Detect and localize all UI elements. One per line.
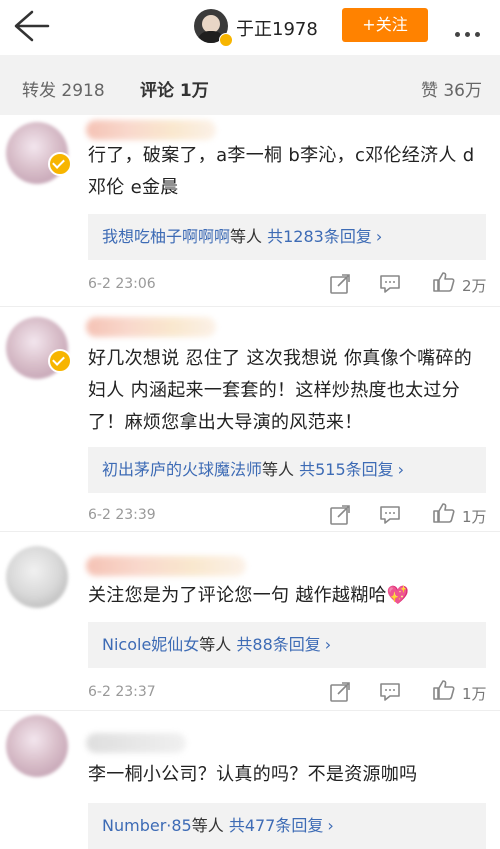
thumbs-up-icon[interactable] [432,270,456,294]
reply-mid: 等人 [230,227,268,246]
comment-item: 李一桐小公司？认真的吗？不是资源咖吗 Number·85等人 共477条回复 › [0,711,500,849]
chevron-right-icon: › [397,460,405,479]
reply-count[interactable]: 共515条回复 [299,460,394,479]
comment-time: 6-2 23:06 [88,276,156,292]
tab-repost[interactable]: 转发 2918 [22,76,105,101]
commenter-name-blurred[interactable] [86,120,216,140]
commenter-name-blurred[interactable] [86,733,186,753]
reply-user[interactable]: Nicole妮仙女 [102,635,199,654]
comment-text: 关注您是为了评论您一句 越作越糊哈💖 [88,580,483,612]
reply-count[interactable]: 共88条回复 [236,635,320,654]
reply-count[interactable]: 共477条回复 [229,816,324,835]
interaction-tabs: 转发 2918 评论 1万 赞 36万 [0,55,500,115]
comment-text-body: 关注您是为了评论您一句 越作越糊哈 [88,585,387,606]
commenter-name-blurred[interactable] [86,556,246,576]
reply-mid: 等人 [262,460,300,479]
thumbs-up-icon[interactable] [432,501,456,525]
commenter-avatar[interactable] [6,546,68,608]
more-dots-icon[interactable] [455,22,485,37]
comment-icon[interactable] [378,680,402,704]
top-bar: 于正1978 +关注 [0,0,500,54]
reply-summary[interactable]: 我想吃柚子啊啊啊等人 共1283条回复 › [88,214,486,260]
comment-icon[interactable] [378,503,402,527]
reply-summary[interactable]: Nicole妮仙女等人 共88条回复 › [88,622,486,668]
back-arrow-icon[interactable] [10,6,52,46]
comment-item: 关注您是为了评论您一句 越作越糊哈💖 Nicole妮仙女等人 共88条回复 › 6… [0,532,500,710]
share-icon[interactable] [328,680,352,704]
chevron-right-icon: › [327,816,334,835]
reply-count[interactable]: 共1283条回复 [267,227,372,246]
thumbs-up-icon[interactable] [432,678,456,702]
comment-item: 行了，破案了，a李一桐 b李沁，c邓伦经济人 d 邓伦 e金晨 我想吃柚子啊啊啊… [0,116,500,306]
comment-text: 好几次想说 忍住了 这次我想说 你真像个嘴碎的妇人 内涵起来一套套的！这样炒热度… [88,348,473,433]
chevron-right-icon: › [324,635,332,654]
verified-badge-icon [48,152,72,176]
commenter-name-blurred[interactable] [86,317,216,337]
comment-text: 行了，破案了，a李一桐 b李沁，c邓伦经济人 d 邓伦 e金晨 [88,145,475,198]
verified-badge-icon [48,349,72,373]
comment-item: 好几次想说 忍住了 这次我想说 你真像个嘴碎的妇人 内涵起来一套套的！这样炒热度… [0,307,500,531]
comment-time: 6-2 23:37 [88,684,156,700]
reply-summary[interactable]: 初出茅庐的火球魔法师等人 共515条回复 › [88,447,486,493]
comment-icon[interactable] [378,272,402,296]
follow-button[interactable]: +关注 [342,8,428,42]
comment-time: 6-2 23:39 [88,507,156,523]
verified-badge-icon [219,33,233,47]
reply-mid: 等人 [191,816,229,835]
reply-user[interactable]: 初出茅庐的火球魔法师 [102,460,262,479]
share-icon[interactable] [328,272,352,296]
page-title-username[interactable]: 于正1978 [236,15,318,41]
share-icon[interactable] [328,503,352,527]
commenter-avatar[interactable] [6,715,68,777]
comment-text: 李一桐小公司？认真的吗？不是资源咖吗 [88,764,418,785]
like-count: 1万 [462,685,487,703]
reply-user[interactable]: 我想吃柚子啊啊啊 [102,227,230,246]
reply-summary[interactable]: Number·85等人 共477条回复 › [88,803,486,849]
sparkling-heart-emoji: 💖 [386,585,410,606]
reply-user[interactable]: Number·85 [102,816,192,835]
tab-like[interactable]: 赞 36万 [421,76,482,101]
like-count: 2万 [462,277,487,295]
like-count: 1万 [462,508,487,526]
chevron-right-icon: › [375,227,383,246]
tab-comment[interactable]: 评论 1万 [140,76,209,101]
reply-mid: 等人 [199,635,237,654]
